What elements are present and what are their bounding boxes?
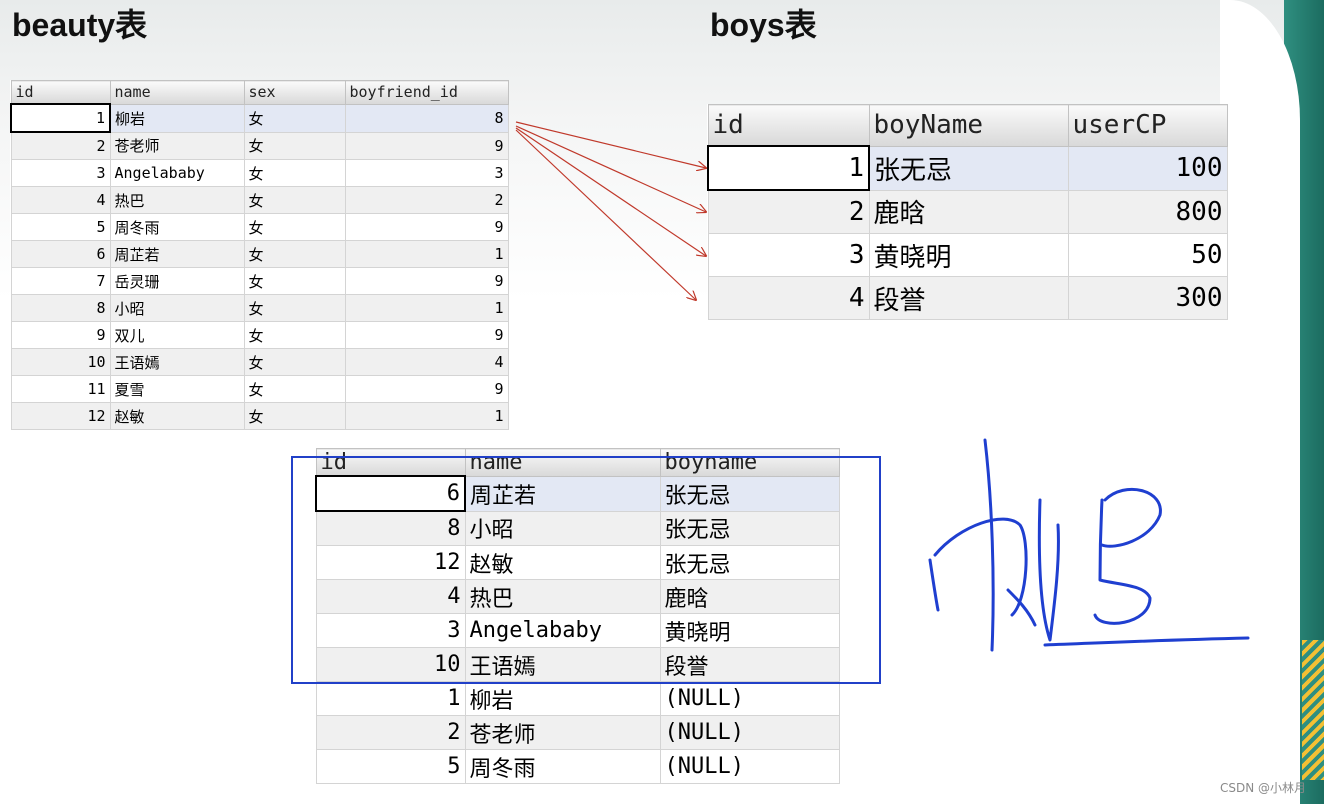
watermark: CSDN @小林月 (1219, 781, 1306, 795)
ink-stroke (1093, 498, 1152, 625)
ink-stroke (1037, 498, 1060, 642)
ink-stroke (1100, 487, 1162, 548)
ink-stroke (983, 438, 995, 652)
handwritten-annotation (928, 438, 1250, 652)
ink-stroke (933, 517, 1028, 617)
ink-stroke (1043, 636, 1250, 647)
ink-stroke (928, 558, 940, 612)
